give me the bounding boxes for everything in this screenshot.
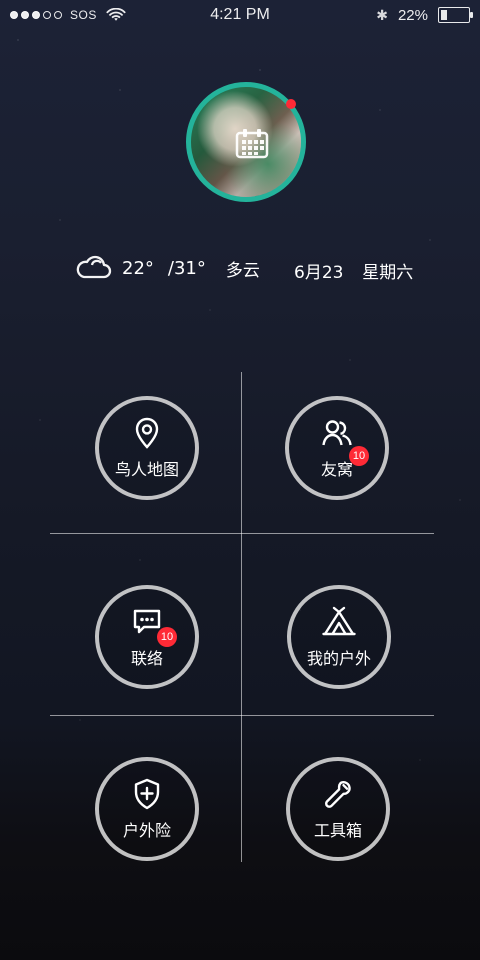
temp-low: 22° [122,257,154,279]
friends-icon [322,420,352,446]
grid-horizontal-line [50,715,434,716]
carrier-text: SOS [70,8,97,22]
friends-badge: 10 [349,446,369,466]
outdoor-label: 我的户外 [306,649,371,668]
battery-icon [438,7,473,23]
map-button[interactable]: 鸟人地图 [95,396,199,500]
insurance-button[interactable]: 户外险 [95,757,199,861]
status-time: 4:21 PM [210,6,270,23]
status-right: ✱ 22% [376,7,480,24]
tools-label: 工具箱 [313,821,362,840]
signal-dot [54,11,62,19]
temp-high: /31° [167,257,206,279]
date-weekday: 星期六 [362,263,414,283]
wrench-icon [325,781,351,808]
grid-vertical-line [241,372,242,862]
messages-label: 联络 [130,649,163,668]
signal-dot [43,11,51,19]
signal-strength [10,11,62,19]
signal-dot [32,11,40,19]
status-bar: SOS 4:21 PM ✱ 22% [0,0,480,30]
status-left: SOS [0,8,127,22]
location-pin-icon [135,417,159,449]
outdoor-button[interactable]: 我的户外 [287,585,391,689]
grid-horizontal-line [50,533,434,534]
signal-dot [21,11,29,19]
weather-condition: 多云 [225,260,260,281]
messages-button[interactable]: 联络 10 [95,585,199,689]
calendar-icon [235,129,269,159]
bluetooth-icon: ✱ [376,6,388,23]
tent-icon [322,606,356,636]
date-day: 6月23 [294,263,344,283]
map-label: 鸟人地图 [114,460,179,479]
wifi-icon [106,8,126,21]
shield-plus-icon [134,778,160,810]
friends-button[interactable]: 友窝 10 [285,396,389,500]
insurance-label: 户外险 [122,821,171,840]
date-label: 6月23 星期六 [294,258,413,283]
cloud-icon [76,255,112,279]
battery-percent: 22% [397,6,428,24]
messages-badge: 10 [157,627,177,647]
tools-button[interactable]: 工具箱 [286,757,390,861]
profile-notification-dot [286,99,296,109]
signal-dot [10,11,18,19]
battery-level [441,10,447,20]
friends-label: 友窝 [320,460,353,479]
